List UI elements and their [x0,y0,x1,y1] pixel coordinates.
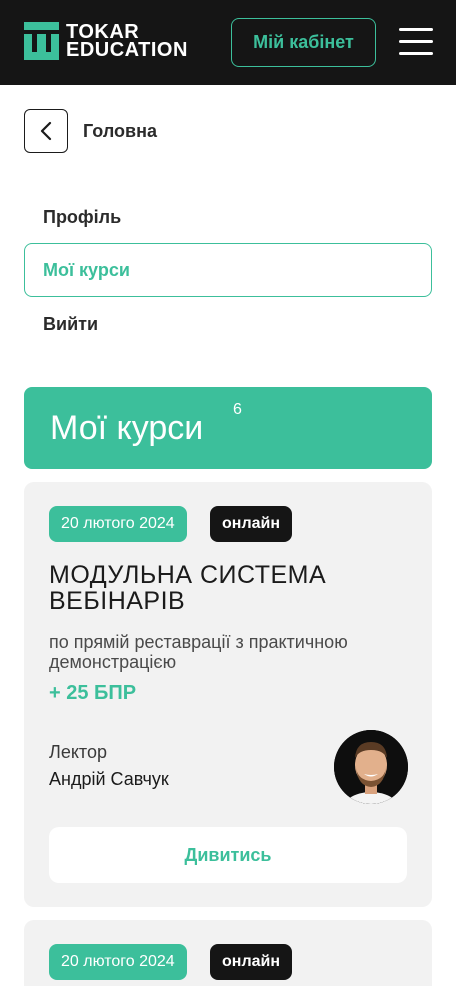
course-format-badge: онлайн [210,506,292,542]
chevron-left-icon [40,121,52,141]
logo[interactable]: TOKAR EDUCATION [24,22,188,60]
course-date-badge: 20 лютого 2024 [49,506,187,542]
lector-name: Андрій Савчук [49,769,169,789]
course-card: 20 лютого 2024 онлайн МОДУЛЬНА СИСТЕМА В… [24,482,432,907]
my-courses-banner: Мої курси 6 [24,387,432,469]
menu-item-profile[interactable]: Профіль [24,190,432,244]
logo-line-2: EDUCATION [66,39,188,61]
course-card: 20 лютого 2024 онлайн [24,920,432,986]
lector-label: Лектор [49,742,107,762]
course-date-badge: 20 лютого 2024 [49,944,187,980]
page-title: Мої курси [50,409,204,447]
hamburger-icon[interactable] [399,28,433,56]
logo-mark-icon [24,22,59,60]
courses-count-badge: 6 [233,401,242,418]
my-cabinet-button[interactable]: Мій кабінет [231,18,376,67]
course-bpr-points: + 25 БПР [49,682,137,704]
menu-item-my-courses[interactable]: Мої курси [24,243,432,297]
menu-item-logout[interactable]: Вийти [24,297,432,351]
logo-text: TOKAR EDUCATION [66,22,188,61]
lector-photo-icon [334,730,408,804]
course-format-badge: онлайн [210,944,292,980]
course-subtitle: по прямій реставрації з практичною демон… [49,632,348,672]
watch-button[interactable]: Дивитись [49,827,407,883]
course-title: МОДУЛЬНА СИСТЕМА ВЕБІНАРІВ [49,561,327,615]
lector-avatar [334,730,408,804]
top-header: TOKAR EDUCATION Мій кабінет [0,0,456,85]
back-button[interactable] [24,109,68,153]
breadcrumb-home[interactable]: Головна [83,121,157,142]
